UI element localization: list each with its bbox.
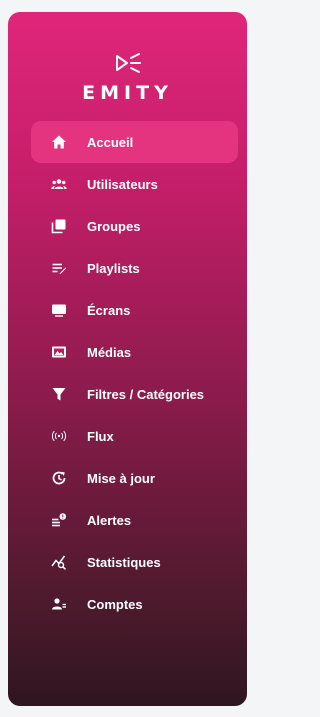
- sidebar-item-label: Filtres / Catégories: [87, 386, 205, 402]
- sidebar-item-flux[interactable]: Flux: [31, 415, 238, 457]
- broadcast-icon: [51, 428, 67, 444]
- filter-icon: [51, 386, 67, 402]
- sidebar-item-mise-a-jour[interactable]: Mise à jour: [31, 457, 238, 499]
- sidebar-item-playlists[interactable]: Playlists: [31, 247, 238, 289]
- media-icon: [51, 344, 67, 360]
- sidebar-item-label: Médias: [87, 344, 132, 360]
- alert-icon: [51, 512, 67, 528]
- sidebar-item-statistiques[interactable]: Statistiques: [31, 541, 238, 583]
- sidebar-item-accueil[interactable]: Accueil: [31, 121, 238, 163]
- sidebar-item-medias[interactable]: Médias: [31, 331, 238, 373]
- sidebar-item-groupes[interactable]: Groupes: [31, 205, 238, 247]
- screen-icon: [51, 302, 67, 318]
- playlist-icon: [51, 260, 67, 276]
- emity-logo-icon: [115, 53, 141, 73]
- accounts-icon: [51, 596, 67, 612]
- sidebar-item-label: Utilisateurs: [87, 176, 158, 192]
- brand[interactable]: EMITY: [8, 52, 247, 104]
- update-icon: [51, 470, 67, 486]
- sidebar-nav: Accueil Utilisateurs Groupes Playlists É…: [8, 121, 247, 625]
- sidebar-item-ecrans[interactable]: Écrans: [31, 289, 238, 331]
- groups-icon: [51, 218, 67, 234]
- stats-icon: [51, 554, 67, 570]
- sidebar-item-alertes[interactable]: Alertes: [31, 499, 238, 541]
- sidebar-item-label: Playlists: [87, 260, 140, 276]
- sidebar-item-label: Flux: [87, 428, 114, 444]
- sidebar-item-label: Mise à jour: [87, 470, 155, 486]
- sidebar-item-utilisateurs[interactable]: Utilisateurs: [31, 163, 238, 205]
- sidebar-item-label: Alertes: [87, 512, 132, 528]
- users-icon: [51, 176, 67, 192]
- sidebar-item-label: Groupes: [87, 218, 141, 234]
- sidebar-item-label: Statistiques: [87, 554, 161, 570]
- sidebar-item-label: Accueil: [87, 134, 134, 150]
- sidebar-item-comptes[interactable]: Comptes: [31, 583, 238, 625]
- sidebar-item-filtres-categories[interactable]: Filtres / Catégories: [31, 373, 238, 415]
- sidebar: EMITY Accueil Utilisateurs Groupes Playl…: [8, 12, 247, 706]
- home-icon: [51, 134, 67, 150]
- sidebar-item-label: Comptes: [87, 596, 143, 612]
- sidebar-item-label: Écrans: [87, 302, 131, 318]
- brand-name: EMITY: [82, 82, 173, 104]
